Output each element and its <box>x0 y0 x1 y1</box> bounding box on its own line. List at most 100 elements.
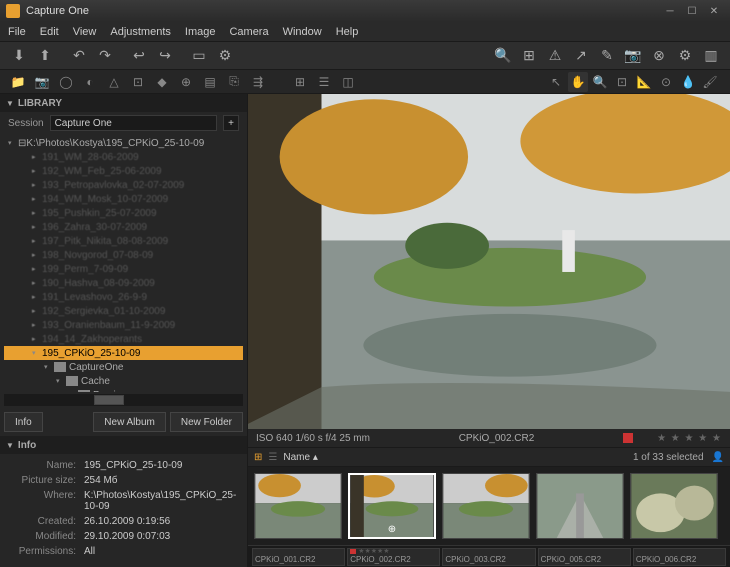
new-album-button[interactable]: New Album <box>93 412 166 432</box>
tree-item[interactable]: ▸199_Perm_7-09-09 <box>4 262 243 276</box>
close-button[interactable]: ✕ <box>704 4 724 18</box>
undo-icon[interactable]: ↩ <box>128 45 150 67</box>
lens-tab-icon[interactable]: △ <box>104 72 124 92</box>
exposure-tab-icon[interactable]: ◐ <box>80 72 100 92</box>
grid-icon[interactable]: ⊞ <box>518 45 540 67</box>
view-list-icon[interactable]: ☰ <box>314 72 334 92</box>
film-item[interactable]: ★★★★★CPKiO_002.CR2 <box>347 548 440 566</box>
adjust-tab-icon[interactable]: ⊕ <box>176 72 196 92</box>
view-split-icon[interactable]: ◫ <box>338 72 358 92</box>
color-tag-icon[interactable] <box>623 433 633 443</box>
tree-item[interactable]: ▸194_WM_Mosk_10-07-2009 <box>4 192 243 206</box>
library-header[interactable]: ▼LIBRARY <box>0 94 247 112</box>
tree-item[interactable]: ▸197_Pitk_Nikita_08-08-2009 <box>4 234 243 248</box>
camera-icon[interactable]: 📷 <box>622 45 644 67</box>
info-header[interactable]: ▼Info <box>0 436 247 454</box>
tree-hscroll[interactable] <box>4 394 243 406</box>
list-icon[interactable]: ☰ <box>268 452 277 463</box>
tree-item[interactable]: ▸193_Petropavlovka_02-07-2009 <box>4 178 243 192</box>
cancel-icon[interactable]: ⊗ <box>648 45 670 67</box>
capture-tab-icon[interactable]: 📷 <box>32 72 52 92</box>
straighten-tool-icon[interactable]: 📐 <box>634 72 654 92</box>
export-icon[interactable]: ⬆ <box>34 45 56 67</box>
film-item[interactable]: CPKiO_005.CR2 <box>538 548 631 566</box>
tree-item[interactable]: ▸196_Zahra_30-07-2009 <box>4 220 243 234</box>
tree-item[interactable]: Proxies <box>4 388 243 392</box>
batch-tab-icon[interactable]: ⇶ <box>248 72 268 92</box>
thumbnail-strip[interactable]: ⊕ <box>248 467 730 545</box>
rotate-ccw-icon[interactable]: ↶ <box>68 45 90 67</box>
rotate-cw-icon[interactable]: ↷ <box>94 45 116 67</box>
menu-help[interactable]: Help <box>336 26 359 38</box>
redo-icon[interactable]: ↪ <box>154 45 176 67</box>
exif-info: ISO 640 1/60 s f/4 25 mm <box>256 433 370 444</box>
thumbnail[interactable] <box>442 473 530 539</box>
tree-item[interactable]: ▸194_14_Zakhoperants <box>4 332 243 346</box>
tree-item[interactable]: ▸190_Hashva_08-09-2009 <box>4 276 243 290</box>
edit-icon[interactable]: ✎ <box>596 45 618 67</box>
pointer-tool-icon[interactable]: ↖ <box>546 72 566 92</box>
import-icon[interactable]: ⬇ <box>8 45 30 67</box>
hand-tool-icon[interactable]: ✋ <box>568 72 588 92</box>
thumbnail[interactable] <box>630 473 718 539</box>
crop-tool-icon[interactable]: ⊡ <box>612 72 632 92</box>
tree-item[interactable]: ▸198_Novgorod_07-08-09 <box>4 248 243 262</box>
expand-icon[interactable]: ↗ <box>570 45 592 67</box>
film-item[interactable]: CPKiO_003.CR2 <box>442 548 535 566</box>
view-grid-icon[interactable]: ⊞ <box>290 72 310 92</box>
menu-view[interactable]: View <box>73 26 97 38</box>
preview-image[interactable] <box>248 94 730 429</box>
film-item[interactable]: CPKiO_006.CR2 <box>633 548 726 566</box>
folder-tab-icon[interactable]: 📁 <box>8 72 28 92</box>
session-select[interactable]: Capture One <box>50 115 217 131</box>
tree-item[interactable]: ▸192_WM_Feb_25-06-2009 <box>4 164 243 178</box>
automate-icon[interactable]: ⚙ <box>214 45 236 67</box>
tree-item[interactable]: ▸191_WM_28-06-2009 <box>4 150 243 164</box>
maximize-button[interactable]: ☐ <box>682 4 702 18</box>
search-icon[interactable]: 🔍 <box>492 45 514 67</box>
output-tab-icon[interactable]: ⎘ <box>224 72 244 92</box>
tree-item[interactable]: ▾CaptureOne <box>4 360 243 374</box>
brush-tool-icon[interactable]: 🖌 <box>700 72 720 92</box>
tree-item[interactable]: ▸193_Oranienbaum_11-9-2009 <box>4 318 243 332</box>
folder-tree[interactable]: ▾⊟ K:\Photos\Kostya\195_CPKiO_25-10-09 ▸… <box>0 134 247 392</box>
sharpen-tab-icon[interactable]: ◆ <box>152 72 172 92</box>
menu-image[interactable]: Image <box>185 26 216 38</box>
menu-camera[interactable]: Camera <box>229 26 268 38</box>
tree-item[interactable]: ▾Cache <box>4 374 243 388</box>
zoom-tool-icon[interactable]: 🔍 <box>590 72 610 92</box>
menu-file[interactable]: File <box>8 26 26 38</box>
add-session-button[interactable]: + <box>223 115 239 131</box>
thumbnail[interactable] <box>254 473 342 539</box>
tree-item[interactable]: ▸191_Levashovo_26-9-9 <box>4 290 243 304</box>
tree-item-selected[interactable]: ▾195_CPKiO_25-10-09 <box>4 346 243 360</box>
info-modified-label: Modified: <box>10 531 84 542</box>
thumb-grid-icon[interactable]: ⊞ <box>254 452 262 463</box>
menu-window[interactable]: Window <box>283 26 322 38</box>
film-item[interactable]: CPKiO_001.CR2 <box>252 548 345 566</box>
panel-icon[interactable]: ▥ <box>700 45 722 67</box>
info-perm-label: Permissions: <box>10 546 84 557</box>
menu-edit[interactable]: Edit <box>40 26 59 38</box>
tree-item[interactable]: ▸195_Pushkin_25-07-2009 <box>4 206 243 220</box>
info-button[interactable]: Info <box>4 412 43 432</box>
wb-tool-icon[interactable]: 💧 <box>678 72 698 92</box>
spot-tool-icon[interactable]: ⊙ <box>656 72 676 92</box>
sort-column[interactable]: Name ▴ <box>283 452 318 463</box>
crop-tab-icon[interactable]: ⊡ <box>128 72 148 92</box>
meta-tab-icon[interactable]: ▤ <box>200 72 220 92</box>
new-folder-button[interactable]: New Folder <box>170 412 243 432</box>
minimize-button[interactable]: ─ <box>660 4 680 18</box>
cursor-icon[interactable]: ▭ <box>188 45 210 67</box>
rating-stars[interactable]: ★ ★ ★ ★ ★ <box>657 433 722 444</box>
library-sidebar: ▼LIBRARY Session Capture One + ▾⊟ K:\Pho… <box>0 94 248 567</box>
user-icon[interactable]: 👤 <box>712 452 724 463</box>
warning-icon[interactable]: ⚠ <box>544 45 566 67</box>
tree-root[interactable]: ▾⊟ K:\Photos\Kostya\195_CPKiO_25-10-09 <box>4 136 243 150</box>
color-tab-icon[interactable]: ◯ <box>56 72 76 92</box>
thumbnail-selected[interactable]: ⊕ <box>348 473 436 539</box>
gear-icon[interactable]: ⚙ <box>674 45 696 67</box>
thumbnail[interactable] <box>536 473 624 539</box>
menu-adjustments[interactable]: Adjustments <box>110 26 171 38</box>
tree-item[interactable]: ▸192_Sergievka_01-10-2009 <box>4 304 243 318</box>
